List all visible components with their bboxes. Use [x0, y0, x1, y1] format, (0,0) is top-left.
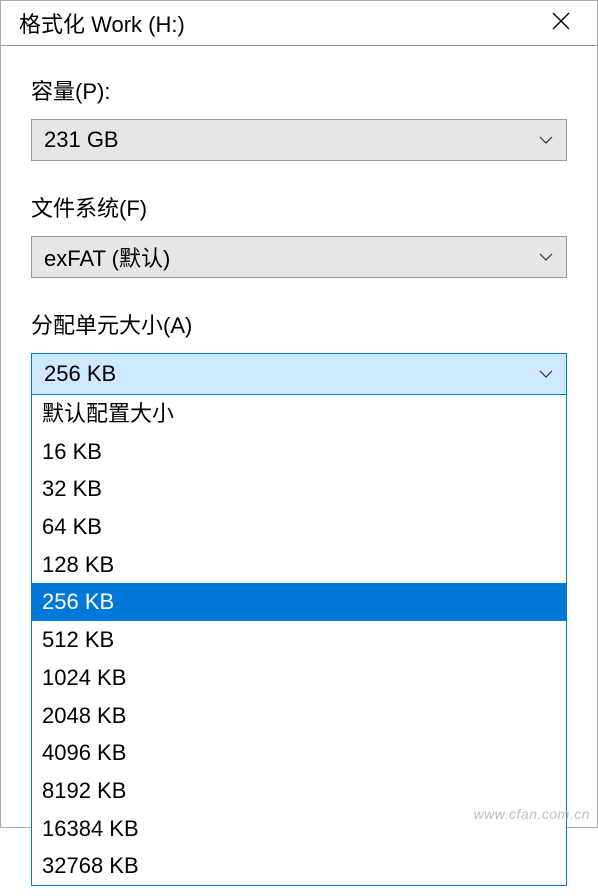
allocation-option[interactable]: 4096 KB: [32, 734, 566, 772]
watermark-text: www.cfan.com.cn: [474, 806, 590, 822]
capacity-value: 231 GB: [44, 127, 538, 153]
chevron-down-icon: [538, 132, 554, 148]
chevron-down-icon: [538, 249, 554, 265]
allocation-value: 256 KB: [44, 361, 538, 387]
format-dialog: 格式化 Work (H:) 容量(P): 231 GB 文件系统(F) exFA…: [0, 0, 598, 828]
allocation-option[interactable]: 256 KB: [32, 583, 566, 621]
allocation-option[interactable]: 512 KB: [32, 621, 566, 659]
allocation-dropdown[interactable]: 256 KB: [31, 353, 567, 395]
filesystem-dropdown[interactable]: exFAT (默认): [31, 236, 567, 278]
allocation-option[interactable]: 32 KB: [32, 470, 566, 508]
capacity-label: 容量(P):: [31, 74, 567, 106]
allocation-option[interactable]: 16 KB: [32, 433, 566, 471]
titlebar: 格式化 Work (H:): [1, 1, 597, 46]
capacity-dropdown[interactable]: 231 GB: [31, 119, 567, 161]
allocation-option[interactable]: 64 KB: [32, 508, 566, 546]
allocation-option[interactable]: 默认配置大小: [32, 395, 566, 433]
close-icon: [552, 10, 570, 36]
allocation-option[interactable]: 8192 KB: [32, 772, 566, 810]
allocation-option[interactable]: 32768 KB: [32, 847, 566, 885]
filesystem-label: 文件系统(F): [31, 191, 567, 223]
allocation-option[interactable]: 1024 KB: [32, 659, 566, 697]
allocation-option[interactable]: 128 KB: [32, 546, 566, 584]
close-button[interactable]: [539, 1, 583, 45]
content-area: 容量(P): 231 GB 文件系统(F) exFAT (默认) 分配单元大小(…: [1, 46, 597, 896]
allocation-option[interactable]: 2048 KB: [32, 697, 566, 735]
filesystem-value: exFAT (默认): [44, 241, 538, 273]
chevron-down-icon: [538, 366, 554, 382]
allocation-label: 分配单元大小(A): [31, 308, 567, 340]
window-title: 格式化 Work (H:): [19, 7, 539, 39]
